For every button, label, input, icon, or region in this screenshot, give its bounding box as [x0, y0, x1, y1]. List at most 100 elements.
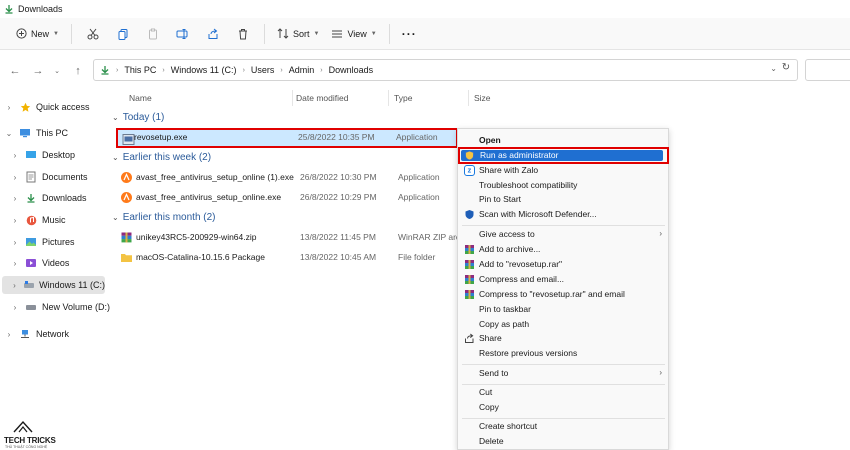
chevron-right-icon[interactable]: ›: [10, 238, 20, 247]
sidebar-item-pictures[interactable]: › Pictures: [10, 233, 75, 251]
column-header-type[interactable]: Type: [394, 93, 412, 103]
paste-button[interactable]: [138, 22, 168, 46]
group-header-today[interactable]: ⌄ Today (1): [112, 112, 164, 123]
toolbar-divider: [263, 23, 265, 44]
sidebar-item-network[interactable]: › Network: [4, 325, 69, 343]
chevron-right-icon[interactable]: ›: [10, 151, 20, 160]
file-row-revosetup[interactable]: revosetup.exe 25/8/2022 10:35 PM Applica…: [116, 128, 458, 148]
sort-icon: [277, 28, 289, 39]
file-date: 26/8/2022 10:29 PM: [300, 192, 377, 202]
menu-item-cut[interactable]: Cut: [458, 385, 668, 400]
sidebar-item-label: Desktop: [42, 150, 76, 160]
column-header-date-modified[interactable]: Date modified: [296, 93, 348, 103]
file-row-macos-package[interactable]: macOS-Catalina-10.15.6 Package 13/8/2022…: [116, 248, 458, 268]
chevron-right-icon[interactable]: ›: [4, 330, 14, 339]
title-bar: Downloads: [0, 0, 850, 17]
breadcrumb-downloads[interactable]: Downloads: [329, 65, 374, 75]
drive-icon: [24, 301, 38, 313]
copy-button[interactable]: [108, 22, 138, 46]
menu-item-run-as-administrator[interactable]: Run as administrator: [458, 147, 669, 164]
back-button[interactable]: ←: [4, 60, 26, 82]
sidebar-item-videos[interactable]: › Videos: [10, 254, 70, 272]
menu-item-compress-to-rar-and-email[interactable]: Compress to "revosetup.rar" and email: [458, 287, 668, 302]
menu-item-delete[interactable]: Delete: [458, 434, 668, 449]
sidebar-item-downloads[interactable]: › Downloads: [10, 189, 87, 207]
menu-item-troubleshoot-compatibility[interactable]: Troubleshoot compatibility: [458, 178, 668, 193]
column-header-size[interactable]: Size: [474, 93, 491, 103]
sidebar-item-quick-access[interactable]: › Quick access: [4, 98, 90, 116]
menu-item-copy[interactable]: Copy: [458, 400, 668, 415]
new-button[interactable]: New ▼: [10, 22, 65, 46]
file-date: 13/8/2022 11:45 PM: [300, 232, 376, 242]
recent-locations-button[interactable]: ⌄: [46, 60, 68, 82]
sidebar-item-documents[interactable]: › Documents: [10, 168, 88, 186]
chevron-down-icon[interactable]: ⌄: [4, 129, 14, 138]
delete-button[interactable]: [228, 22, 258, 46]
menu-item-share[interactable]: Share: [458, 331, 668, 346]
column-header-name[interactable]: Name: [129, 93, 152, 103]
sidebar-item-new-volume[interactable]: › New Volume (D:): [10, 298, 110, 316]
tech-tricks-logo: TECH TRICKS THỦ THUẬT CÔNG NGHỆ: [2, 420, 62, 450]
group-header-earlier-this-month[interactable]: ⌄ Earlier this month (2): [112, 212, 216, 223]
column-divider[interactable]: [468, 90, 469, 106]
sidebar-item-music[interactable]: › Music: [10, 211, 66, 229]
folder-icon: [121, 254, 132, 262]
search-input[interactable]: [805, 59, 850, 81]
breadcrumb-windows-drive[interactable]: Windows 11 (C:): [171, 65, 237, 75]
menu-item-create-shortcut[interactable]: Create shortcut: [458, 419, 668, 434]
cut-button[interactable]: [78, 22, 108, 46]
share-button[interactable]: [198, 22, 228, 46]
column-divider[interactable]: [292, 90, 293, 106]
refresh-button[interactable]: ↻: [778, 60, 794, 74]
scissors-icon: [87, 28, 99, 39]
download-arrow-icon: [24, 192, 38, 204]
chevron-right-icon[interactable]: ›: [10, 259, 20, 268]
chevron-right-icon[interactable]: ›: [10, 216, 20, 225]
menu-item-scan-with-defender[interactable]: Scan with Microsoft Defender...: [458, 207, 668, 222]
address-bar[interactable]: › This PC › Windows 11 (C:) › Users › Ad…: [93, 59, 798, 81]
chevron-right-icon: ›: [242, 66, 245, 74]
chevron-right-icon[interactable]: ›: [10, 281, 19, 290]
trash-icon: [238, 28, 247, 39]
drive-icon: [23, 279, 35, 291]
chevron-right-icon[interactable]: ›: [4, 103, 14, 112]
sidebar-item-this-pc[interactable]: ⌄ This PC: [4, 124, 68, 142]
rename-button[interactable]: [168, 22, 198, 46]
toolbar-divider: [70, 23, 72, 44]
context-menu: Open Run as administrator Z Share with Z…: [457, 128, 669, 450]
file-row-avast-1[interactable]: avast_free_antivirus_setup_online (1).ex…: [116, 168, 458, 188]
menu-item-restore-previous-versions[interactable]: Restore previous versions: [458, 346, 668, 361]
file-row-unikey[interactable]: unikey43RC5-200929-win64.zip 13/8/2022 1…: [116, 228, 467, 248]
menu-item-pin-to-taskbar[interactable]: Pin to taskbar: [458, 302, 668, 317]
chevron-right-icon[interactable]: ›: [10, 303, 20, 312]
menu-item-send-to[interactable]: Send to ›: [458, 366, 668, 381]
download-arrow-icon: [101, 66, 109, 75]
breadcrumb-admin[interactable]: Admin: [289, 65, 315, 75]
menu-item-pin-to-start[interactable]: Pin to Start: [458, 192, 668, 207]
menu-item-add-to-archive[interactable]: Add to archive...: [458, 242, 668, 257]
menu-item-copy-as-path[interactable]: Copy as path: [458, 317, 668, 332]
column-divider[interactable]: [388, 90, 389, 106]
group-header-earlier-this-week[interactable]: ⌄ Earlier this week (2): [112, 152, 211, 163]
chevron-down-icon: ▼: [313, 30, 320, 37]
computer-icon: [18, 127, 32, 139]
sidebar-item-windows-drive[interactable]: › Windows 11 (C:): [2, 276, 105, 294]
menu-item-share-with-zalo[interactable]: Z Share with Zalo: [458, 163, 668, 178]
menu-item-open[interactable]: Open: [458, 133, 668, 148]
menu-item-add-to-rar[interactable]: Add to "revosetup.rar": [458, 257, 668, 272]
winrar-archive-icon: [465, 260, 474, 269]
file-type: Application: [398, 172, 440, 182]
up-button[interactable]: ↑: [67, 60, 89, 82]
sidebar-item-desktop[interactable]: › Desktop: [10, 146, 75, 164]
address-history-chevron-icon[interactable]: ⌄: [770, 64, 777, 73]
file-row-avast[interactable]: avast_free_antivirus_setup_online.exe 26…: [116, 188, 458, 208]
sort-button[interactable]: Sort ▼: [271, 22, 325, 46]
chevron-right-icon[interactable]: ›: [10, 173, 20, 182]
more-options-button[interactable]: ···: [396, 22, 423, 46]
menu-item-compress-and-email[interactable]: Compress and email...: [458, 272, 668, 287]
menu-item-give-access-to[interactable]: Give access to ›: [458, 227, 668, 242]
breadcrumb-users[interactable]: Users: [251, 65, 275, 75]
breadcrumb-this-pc[interactable]: This PC: [124, 65, 156, 75]
chevron-right-icon[interactable]: ›: [10, 194, 20, 203]
view-button[interactable]: View ▼: [325, 22, 382, 46]
